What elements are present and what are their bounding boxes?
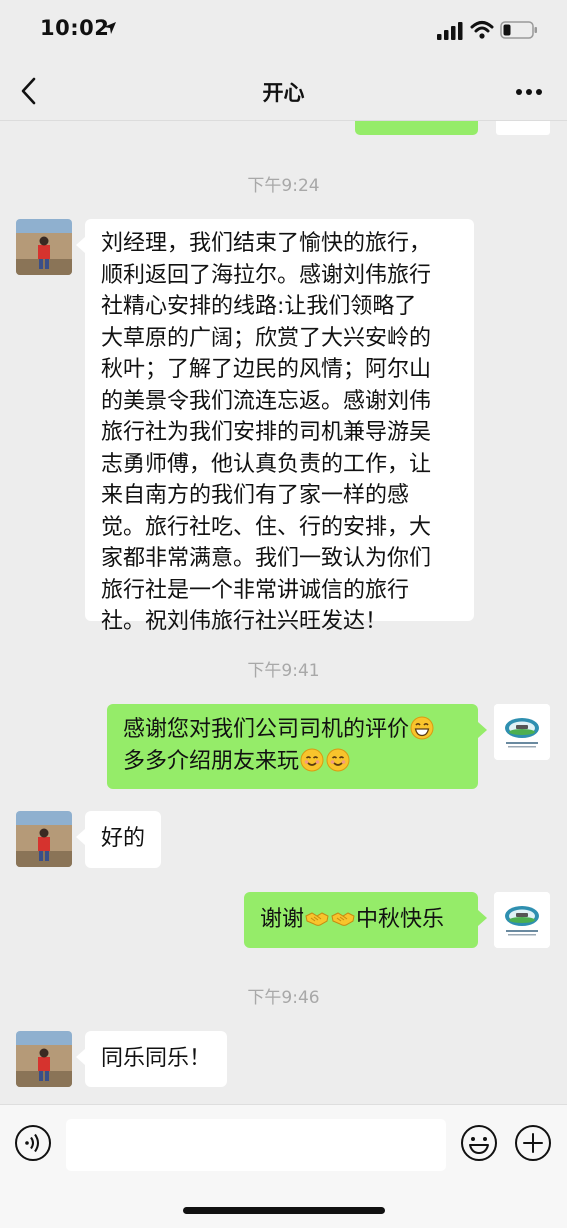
emoji-picker-icon[interactable] bbox=[460, 1124, 498, 1162]
message-line: 大草原的广阔；欣赏了大兴安岭的 bbox=[101, 325, 432, 351]
chat-header: 开心 bbox=[0, 62, 567, 121]
voice-input-icon[interactable] bbox=[14, 1124, 52, 1162]
message-input[interactable] bbox=[66, 1119, 446, 1171]
grin-emoji-icon bbox=[410, 716, 434, 740]
message-line: 多多介绍朋友来玩 bbox=[123, 746, 462, 778]
home-indicator bbox=[183, 1207, 385, 1214]
more-actions-plus-icon[interactable] bbox=[514, 1124, 552, 1162]
message-line: 觉。旅行社吃、住、行的安排，大 bbox=[101, 514, 432, 540]
contact-avatar[interactable] bbox=[16, 1031, 72, 1087]
location-arrow-icon bbox=[104, 22, 116, 34]
message-line: 感谢您对我们公司司机的评价 bbox=[123, 714, 462, 746]
incoming-message-bubble[interactable]: 好的 bbox=[75, 811, 162, 868]
timestamp: 下午9:24 bbox=[247, 176, 320, 196]
message-line: 的美景令我们流连忘返。感谢刘伟 bbox=[101, 388, 432, 414]
message-line: 旅行社为我们安排的司机兼导游吴 bbox=[101, 420, 432, 445]
battery-icon bbox=[500, 21, 537, 39]
message-text: 多多介绍朋友来玩 bbox=[123, 749, 300, 774]
message-line: 社精心安排的线路:让我们领略了 bbox=[101, 294, 417, 319]
incoming-message-bubble[interactable]: 同乐同乐！ bbox=[75, 1031, 228, 1087]
smile-emoji-icon bbox=[326, 748, 350, 772]
status-bar: 10:02 bbox=[0, 0, 567, 62]
message-list[interactable]: 下午9:24 刘经理，我们结束了愉快的旅行， 顺利返回了海拉尔。感谢刘伟旅行 社… bbox=[0, 121, 567, 1104]
message-line: 顺利返回了海拉尔。感谢刘伟旅行 bbox=[101, 262, 432, 288]
message-text: 感谢您对我们公司司机的评价 bbox=[123, 717, 410, 742]
handshake-emoji-icon bbox=[305, 912, 329, 926]
status-time: 10:02 bbox=[40, 16, 110, 40]
incoming-message-bubble[interactable]: 刘经理，我们结束了愉快的旅行， 顺利返回了海拉尔。感谢刘伟旅行 社精心安排的线路… bbox=[76, 219, 474, 634]
previous-outgoing-bubble[interactable] bbox=[355, 121, 478, 135]
more-options-icon[interactable] bbox=[515, 88, 543, 96]
self-avatar[interactable] bbox=[494, 704, 550, 760]
contact-avatar[interactable] bbox=[16, 219, 72, 275]
message-text: 中秋快乐 bbox=[356, 907, 445, 932]
smile-emoji-icon bbox=[300, 748, 324, 772]
message-line: 刘经理，我们结束了愉快的旅行， bbox=[101, 231, 432, 256]
chat-title: 开心 bbox=[262, 81, 305, 105]
timestamp: 下午9:46 bbox=[247, 988, 320, 1008]
handshake-emoji-icon bbox=[331, 912, 355, 926]
message-text: 同乐同乐！ bbox=[101, 1046, 212, 1071]
input-bar bbox=[0, 1104, 567, 1228]
wifi-icon bbox=[470, 21, 494, 39]
message-text: 好的 bbox=[101, 826, 146, 851]
message-line: 志勇师傅，他认真负责的工作，让 bbox=[101, 451, 432, 477]
contact-avatar[interactable] bbox=[16, 811, 72, 867]
message-line: 旅行社是一个非常讲诚信的旅行 bbox=[101, 577, 410, 603]
message-line: 秋叶；了解了边民的风情；阿尔山 bbox=[101, 357, 432, 382]
outgoing-message-bubble[interactable]: 谢谢 中秋快乐 bbox=[244, 892, 487, 948]
self-avatar[interactable] bbox=[494, 892, 550, 948]
previous-self-avatar[interactable] bbox=[496, 121, 550, 135]
cellular-signal-icon bbox=[437, 22, 463, 40]
message-line: 家都非常满意。我们一致认为你们 bbox=[101, 546, 432, 571]
message-line: 社。祝刘伟旅行社兴旺发达！ bbox=[101, 609, 388, 634]
message-text: 谢谢 bbox=[260, 907, 305, 932]
outgoing-message-bubble[interactable]: 感谢您对我们公司司机的评价 多多介绍朋友来玩 bbox=[107, 704, 487, 789]
timestamp: 下午9:41 bbox=[247, 661, 320, 681]
message-line: 来自南方的我们有了家一样的感 bbox=[101, 483, 410, 508]
